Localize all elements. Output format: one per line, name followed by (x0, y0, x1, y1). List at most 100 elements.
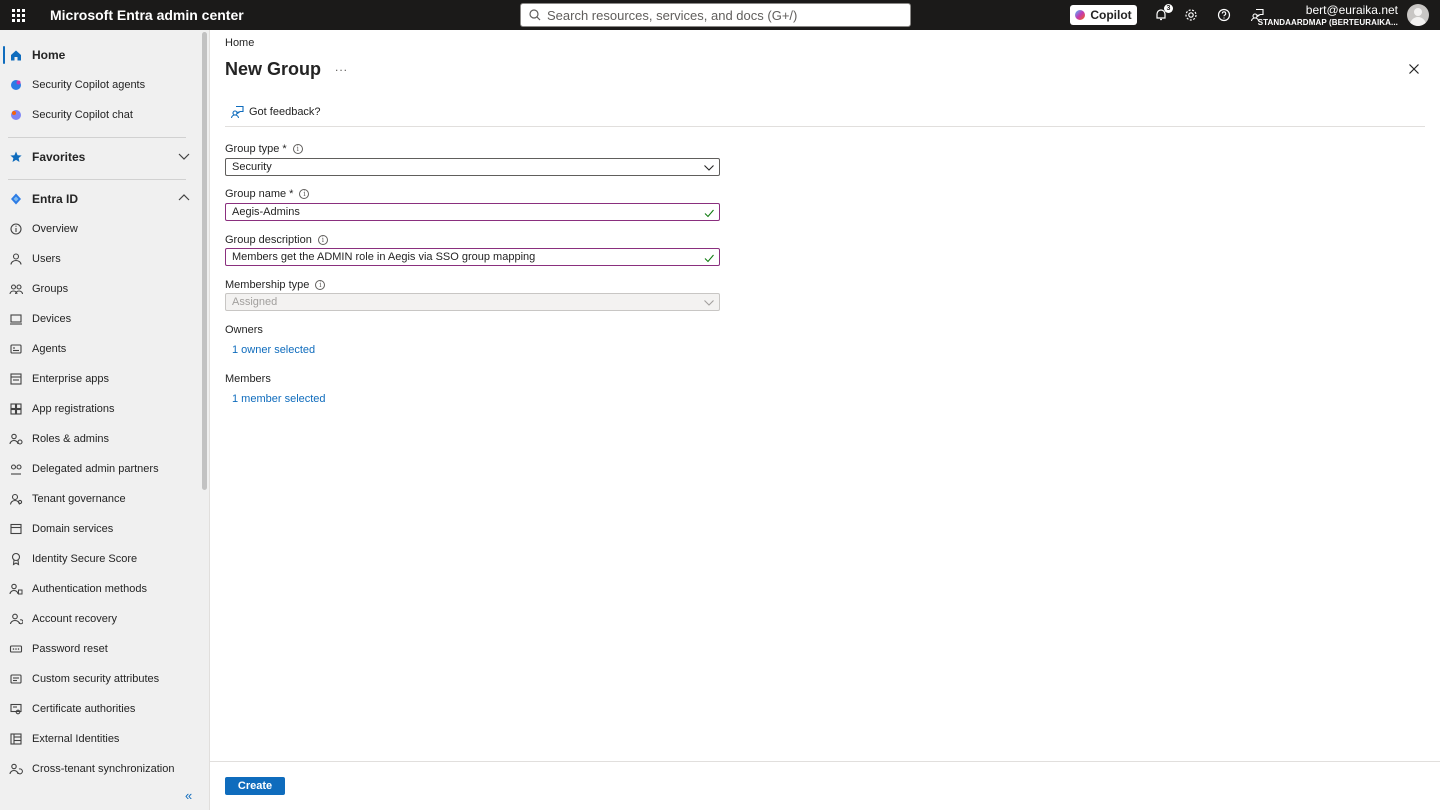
avatar[interactable] (1407, 4, 1429, 26)
roles-icon (0, 432, 32, 446)
footer-divider (210, 761, 1440, 762)
sidebar-item-overview[interactable]: Overview (0, 214, 198, 244)
sidebar-item-label: Users (32, 253, 61, 265)
info-icon[interactable]: i (315, 280, 326, 290)
feedback-icon (230, 105, 244, 119)
chevron-down-icon (178, 150, 190, 165)
owners-link[interactable]: 1 owner selected (232, 344, 315, 356)
info-icon[interactable]: i (317, 235, 328, 245)
sidebar-item-roles-and-admins[interactable]: Roles & admins (0, 424, 198, 454)
sidebar-item-label: Custom security attributes (32, 673, 160, 685)
got-feedback-button[interactable]: Got feedback? (230, 105, 321, 119)
external-identities-icon (0, 732, 32, 746)
required-mark: * (282, 143, 287, 155)
chevron-down-icon (703, 297, 715, 312)
sidebar-item-account-recovery[interactable]: Account recovery (0, 604, 198, 634)
info-icon[interactable]: i (292, 144, 303, 154)
sidebar-item-security-copilot-chat[interactable]: Security Copilot chat (0, 100, 198, 130)
home-icon (0, 48, 32, 62)
account-manager[interactable]: bert@euraika.net STANDAARDMAP (BERTEURAI… (1258, 3, 1398, 28)
required-mark: * (289, 188, 294, 200)
app-title[interactable]: Microsoft Entra admin center (50, 7, 244, 23)
domain-services-icon (0, 522, 32, 536)
sidebar-item-label: Delegated admin partners (32, 463, 159, 475)
group-description-input[interactable]: Members get the ADMIN role in Aegis via … (225, 248, 720, 266)
sidebar-item-label: Roles & admins (32, 433, 110, 445)
user-icon (0, 252, 32, 266)
feedback-label: Got feedback? (249, 106, 321, 118)
sidebar-item-devices[interactable]: Devices (0, 304, 198, 334)
sidebar-item-entra-id[interactable]: Entra ID (0, 184, 198, 214)
sidebar-item-app-registrations[interactable]: App registrations (0, 394, 198, 424)
sidebar-item-label: Favorites (32, 150, 86, 164)
sidebar-item-certificate-authorities[interactable]: Certificate authorities (0, 694, 198, 724)
group-name-input[interactable]: Aegis-Admins (225, 203, 720, 221)
tenant-governance-icon (0, 492, 32, 506)
sidebar-item-identity-secure-score[interactable]: Identity Secure Score (0, 544, 198, 574)
collapse-sidebar-button[interactable]: « (185, 788, 192, 803)
sidebar-item-authentication-methods[interactable]: Authentication methods (0, 574, 198, 604)
group-description-label: Group description i (225, 234, 328, 246)
sidebar-item-home[interactable]: Home (0, 40, 198, 70)
sidebar-divider (8, 137, 186, 138)
sidebar-item-label: Security Copilot chat (32, 109, 133, 121)
membership-type-label: Membership type i (225, 279, 326, 291)
notification-badge: 3 (1164, 4, 1173, 13)
sidebar-item-enterprise-apps[interactable]: Enterprise apps (0, 364, 198, 394)
chevron-down-icon (703, 162, 715, 177)
scrollbar-thumb[interactable] (202, 32, 207, 490)
sidebar-item-users[interactable]: Users (0, 244, 198, 274)
sidebar-scrollbar[interactable] (201, 30, 208, 810)
sidebar-item-label: Cross-tenant synchronization (32, 763, 175, 775)
app-launcher-button[interactable] (0, 0, 36, 30)
certificate-icon (0, 702, 32, 716)
search-input[interactable]: Search resources, services, and docs (G+… (520, 3, 911, 27)
owners-label: Owners (225, 324, 263, 336)
info-icon[interactable]: i (299, 189, 310, 199)
settings-button[interactable] (1181, 5, 1201, 25)
copilot-button[interactable]: Copilot (1070, 5, 1137, 25)
sidebar-item-label: Home (32, 48, 66, 62)
sidebar-item-password-reset[interactable]: Password reset (0, 634, 198, 664)
sidebar-item-label: Account recovery (32, 613, 117, 625)
sidebar-item-label: Identity Secure Score (32, 553, 138, 565)
secure-score-icon (0, 552, 32, 566)
sidebar-item-tenant-governance[interactable]: Tenant governance (0, 484, 198, 514)
main-content: Home New Group ... Got feedback? Group t… (210, 30, 1440, 810)
members-link[interactable]: 1 member selected (232, 393, 326, 405)
sidebar-item-favorites[interactable]: Favorites (0, 142, 198, 172)
enterprise-apps-icon (0, 372, 32, 386)
breadcrumb[interactable]: Home (225, 37, 254, 49)
copilot-chat-icon (0, 108, 32, 122)
sidebar-item-cross-tenant-synchronization[interactable]: Cross-tenant synchronization (0, 754, 198, 784)
sidebar-item-label: Agents (32, 343, 67, 355)
create-button[interactable]: Create (225, 777, 285, 795)
sidebar-item-delegated-admin-partners[interactable]: Delegated admin partners (0, 454, 198, 484)
more-options-button[interactable]: ... (335, 60, 348, 74)
help-button[interactable] (1214, 5, 1234, 25)
account-email: bert@euraika.net (1305, 3, 1398, 17)
close-button[interactable] (1406, 61, 1422, 77)
group-type-value: Security (232, 161, 272, 173)
sidebar-item-security-copilot-agents[interactable]: Security Copilot agents (0, 70, 198, 100)
notifications-button[interactable]: 3 (1151, 4, 1173, 25)
sidebar-item-agents[interactable]: Agents (0, 334, 198, 364)
sidebar-item-domain-services[interactable]: Domain services (0, 514, 198, 544)
sidebar-item-label: Entra ID (32, 192, 79, 206)
group-type-dropdown[interactable]: Security (225, 158, 720, 176)
sidebar-item-groups[interactable]: Groups (0, 274, 198, 304)
membership-type-value: Assigned (232, 296, 278, 308)
gear-icon (1185, 9, 1197, 21)
cross-tenant-sync-icon (0, 762, 32, 776)
sidebar-item-label: Tenant governance (32, 493, 126, 505)
label-text: Membership type (225, 279, 310, 291)
password-reset-icon (0, 642, 32, 656)
sidebar-item-label: App registrations (32, 403, 115, 415)
sidebar-divider (8, 179, 186, 180)
devices-icon (0, 312, 32, 326)
sidebar-item-label: Authentication methods (32, 583, 147, 595)
membership-type-dropdown: Assigned (225, 293, 720, 311)
group-description-value: Members get the ADMIN role in Aegis via … (232, 251, 536, 263)
sidebar-item-external-identities[interactable]: External Identities (0, 724, 198, 754)
sidebar-item-custom-security-attributes[interactable]: Custom security attributes (0, 664, 198, 694)
